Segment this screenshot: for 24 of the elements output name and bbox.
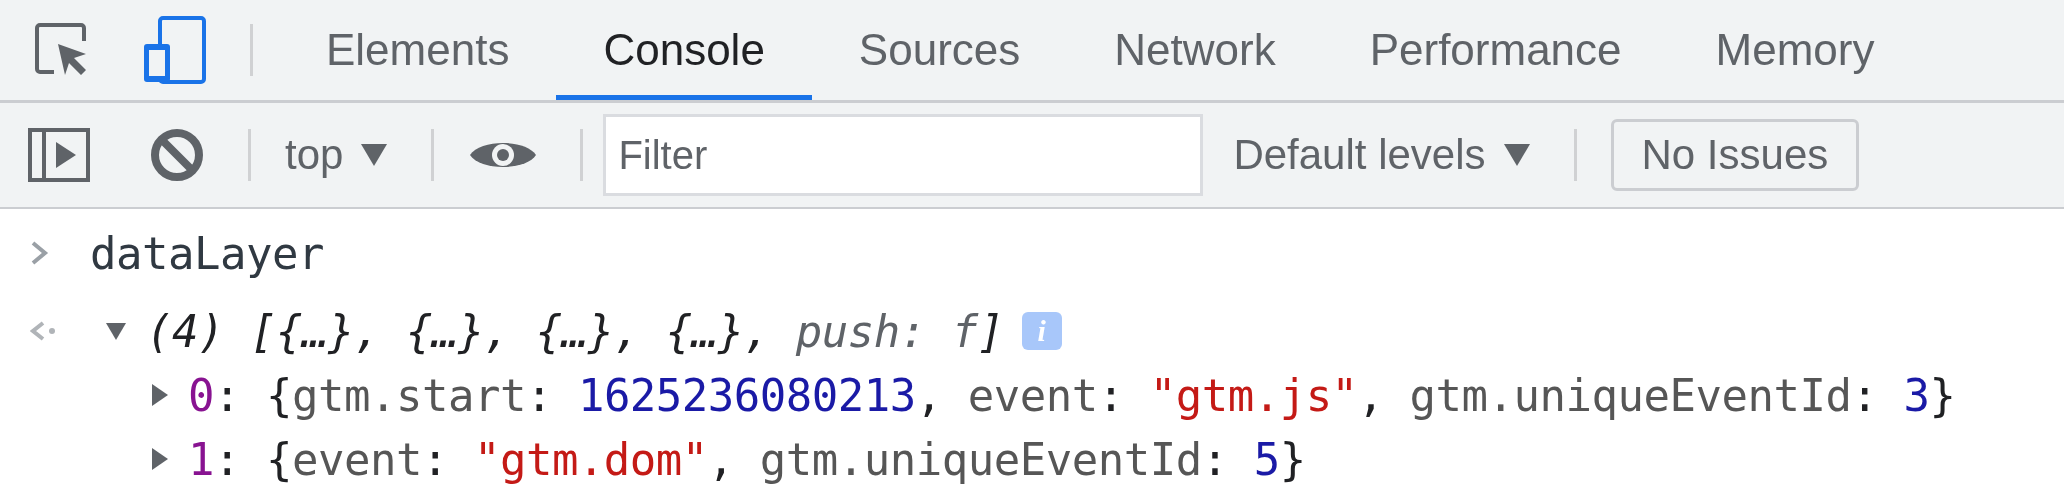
tab[interactable]: Sources bbox=[811, 0, 1068, 100]
chevron-icon bbox=[30, 240, 50, 266]
caret-icon bbox=[1503, 144, 1530, 166]
filter-field[interactable]: Filter bbox=[603, 114, 1204, 196]
sidebar-toggle-icon[interactable] bbox=[28, 128, 90, 182]
context-select[interactable]: top bbox=[285, 131, 388, 179]
clear-console-icon[interactable] bbox=[150, 128, 204, 182]
device-icon[interactable] bbox=[142, 16, 206, 84]
caret-icon bbox=[361, 144, 388, 166]
tab[interactable]: Network bbox=[1067, 0, 1323, 100]
levels-select[interactable]: Default levels bbox=[1233, 131, 1530, 179]
tab[interactable]: Elements bbox=[279, 0, 557, 100]
issues-button[interactable]: No Issues bbox=[1610, 119, 1860, 191]
disclosure-triangle-icon[interactable] bbox=[150, 448, 170, 470]
return-arrow-icon bbox=[30, 320, 56, 342]
array-preview[interactable]: (4) [{…}, {…}, {…}, {…}, push: f] bbox=[146, 305, 1004, 357]
disclosure-triangle-icon[interactable] bbox=[106, 320, 126, 342]
command-text: dataLayer bbox=[90, 227, 324, 279]
tab[interactable]: Performance bbox=[1322, 0, 1669, 100]
property-line[interactable]: 1: {event: "gtm.dom", gtm.uniqueEventId: 5} bbox=[188, 433, 1306, 485]
disclosure-triangle-icon[interactable] bbox=[150, 384, 170, 406]
info-badge: i bbox=[1021, 312, 1062, 350]
tab[interactable]: Memory bbox=[1668, 0, 1922, 100]
property-line[interactable]: 0: {gtm.start: 1625236080213, event: "gtm.js", gtm.uniqueEventId: 3} bbox=[188, 369, 1956, 421]
